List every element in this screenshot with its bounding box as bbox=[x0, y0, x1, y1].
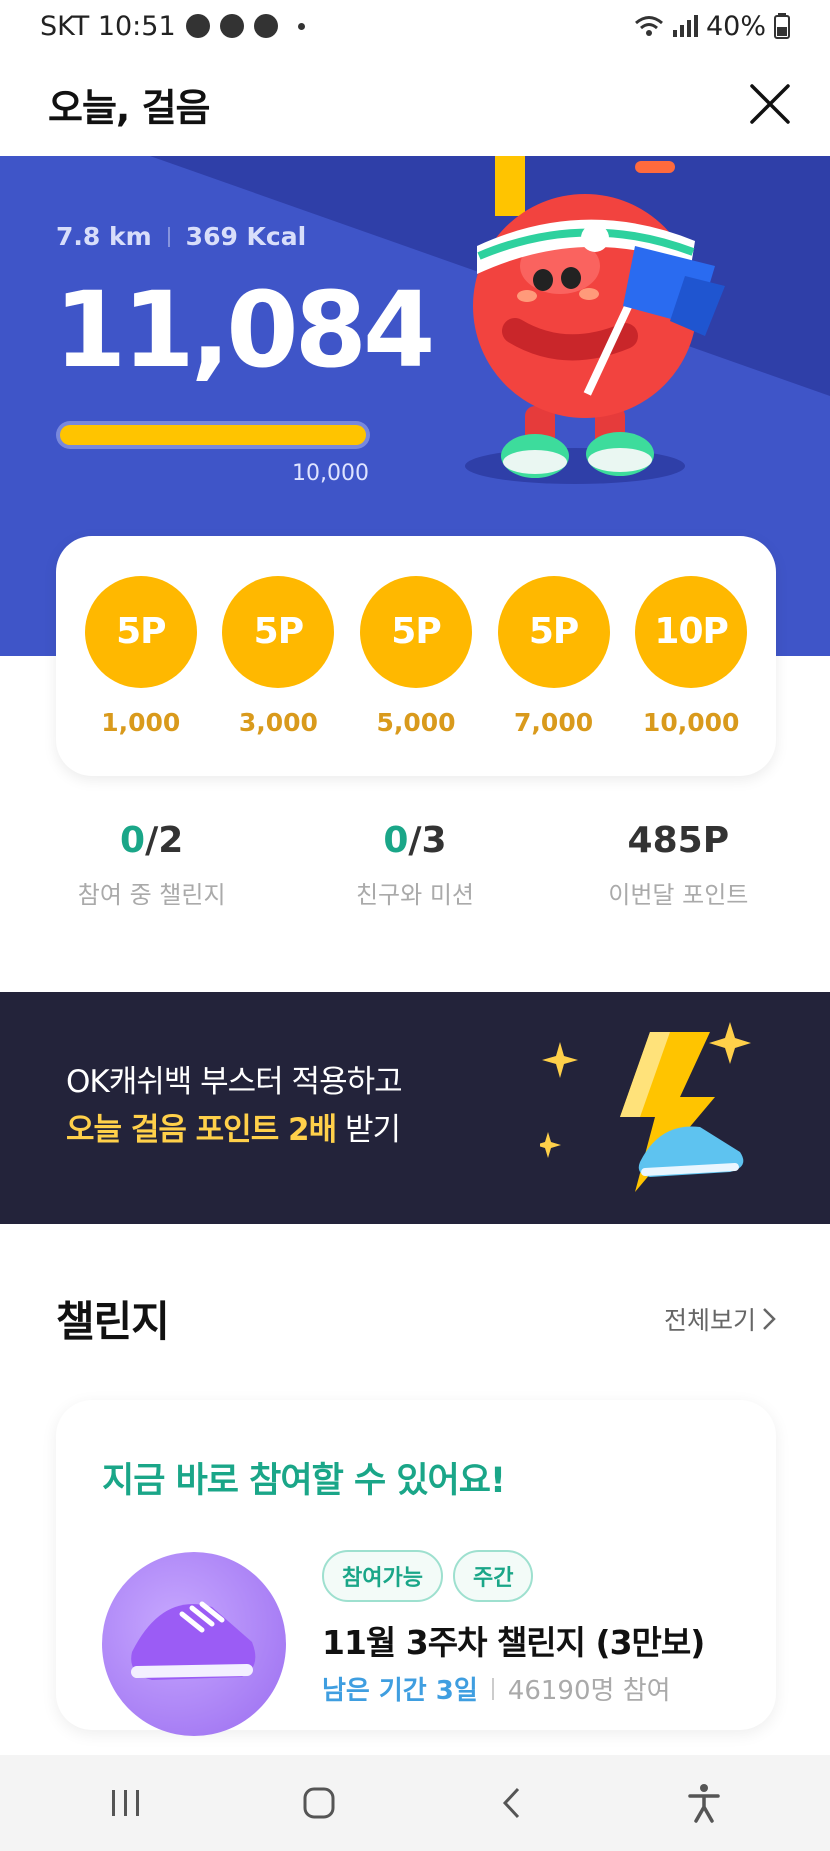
calories: 369 Kcal bbox=[185, 222, 307, 251]
challenges-label: 참여 중 챌린지 bbox=[77, 881, 226, 909]
step-progress-fill bbox=[60, 425, 366, 445]
point-coin: 5P bbox=[497, 575, 610, 688]
challenge-tags: 참여가능 주간 bbox=[322, 1550, 534, 1602]
home-icon bbox=[303, 1787, 335, 1819]
point-coin: 5P bbox=[222, 575, 335, 688]
wifi-icon bbox=[635, 16, 663, 36]
summary-challenges[interactable]: 0/2 참여 중 챌린지 bbox=[32, 820, 272, 940]
challenge-card[interactable]: 지금 바로 참여할 수 있어요! 참여가능 주간 11월 3주차 챌린지 (3만… bbox=[56, 1400, 776, 1736]
monthly-points-label: 이번달 포인트 bbox=[608, 881, 749, 909]
point-coin: 10P bbox=[635, 575, 748, 688]
challenge-title: 11월 3주차 챌린지 (3만보) bbox=[322, 1623, 705, 1662]
recent-apps-icon bbox=[112, 1790, 140, 1816]
distance: 7.8 km bbox=[56, 222, 152, 251]
reward-steps: 5,000 bbox=[376, 707, 456, 737]
summary-monthly-points[interactable]: 485P 이번달 포인트 bbox=[558, 820, 798, 940]
notification-icon bbox=[185, 14, 210, 38]
reward-item[interactable]: 5P 3,000 bbox=[218, 575, 338, 737]
close-button[interactable] bbox=[744, 78, 796, 130]
point-coin: 5P bbox=[84, 575, 197, 688]
challenge-thumbnail bbox=[102, 1552, 286, 1736]
reward-item[interactable]: 5P 5,000 bbox=[356, 575, 476, 737]
recent-apps-button[interactable] bbox=[86, 1763, 166, 1843]
banner-rest: 받기 bbox=[336, 1112, 401, 1148]
carrier-time: SKT 10:51 bbox=[40, 10, 176, 42]
lightning-shoe-illustration bbox=[540, 1022, 751, 1192]
challenges-total: /2 bbox=[145, 820, 184, 861]
challenges-count: 0/2 bbox=[120, 820, 183, 861]
section-title: 챌린지 bbox=[56, 1297, 170, 1346]
home-button[interactable] bbox=[279, 1763, 359, 1843]
challenge-section-header: 챌린지 전체보기 bbox=[56, 1288, 776, 1349]
reward-item[interactable]: 10P 10,000 bbox=[631, 575, 751, 737]
reward-card: 5P 1,000 5P 3,000 5P 5,000 5P 7,000 10P … bbox=[56, 536, 776, 776]
point-coin: 5P bbox=[359, 575, 472, 688]
status-bar: SKT 10:51 40% bbox=[0, 0, 830, 52]
back-icon bbox=[503, 1787, 520, 1819]
reward-steps: 7,000 bbox=[514, 707, 594, 737]
banner-line2: 오늘 걸음 포인트 2배 받기 bbox=[66, 1104, 401, 1149]
close-icon bbox=[750, 84, 790, 124]
missions-total: /3 bbox=[408, 820, 447, 861]
monthly-points: 485P bbox=[627, 820, 730, 861]
accessibility-icon bbox=[688, 1784, 720, 1823]
stats-divider bbox=[167, 226, 170, 247]
missions-done: 0 bbox=[383, 820, 409, 861]
view-all-link[interactable]: 전체보기 bbox=[664, 1301, 776, 1337]
banner-line1: OK캐쉬백 부스터 적용하고 bbox=[66, 1064, 403, 1100]
banner-highlight: 오늘 걸음 포인트 2배 bbox=[66, 1112, 337, 1148]
view-all-label: 전체보기 bbox=[663, 1305, 756, 1335]
reward-steps: 1,000 bbox=[101, 707, 181, 737]
mascot-illustration bbox=[465, 156, 725, 484]
booster-banner[interactable]: OK캐쉬백 부스터 적용하고 오늘 걸음 포인트 2배 받기 bbox=[0, 992, 830, 1224]
tag-weekly: 주간 bbox=[452, 1550, 534, 1602]
reward-steps: 10,000 bbox=[642, 707, 740, 737]
meta-divider bbox=[491, 1677, 494, 1700]
reward-item[interactable]: 5P 1,000 bbox=[81, 575, 201, 737]
tag-available: 참여가능 bbox=[322, 1550, 443, 1602]
battery-text: 40% bbox=[705, 10, 766, 42]
challenge-meta: 남은 기간 3일 46190명 참여 bbox=[322, 1670, 671, 1707]
summary-stats: 0/2 참여 중 챌린지 0/3 친구와 미션 485P 이번달 포인트 bbox=[0, 820, 830, 940]
chevron-right-icon bbox=[763, 1307, 776, 1330]
shoe-icon bbox=[131, 1601, 256, 1680]
step-count: 11,084 bbox=[54, 269, 435, 391]
step-goal: 10,000 bbox=[292, 461, 369, 486]
back-button[interactable] bbox=[471, 1763, 551, 1843]
reward-steps: 3,000 bbox=[238, 707, 318, 737]
hero-stats: 7.8 km 369 Kcal bbox=[56, 222, 306, 251]
status-left: SKT 10:51 bbox=[40, 11, 305, 42]
missions-count: 0/3 bbox=[383, 820, 446, 861]
status-right: 40% bbox=[634, 11, 790, 42]
system-nav-bar bbox=[0, 1755, 830, 1851]
participant-count: 46190명 참여 bbox=[507, 1676, 671, 1706]
battery-icon bbox=[774, 13, 790, 39]
reward-item[interactable]: 5P 7,000 bbox=[494, 575, 614, 737]
challenges-done: 0 bbox=[120, 820, 146, 861]
remaining-period: 남은 기간 3일 bbox=[322, 1676, 478, 1706]
more-notifications-icon bbox=[297, 22, 305, 30]
step-progress-bar bbox=[56, 421, 370, 449]
summary-friend-missions[interactable]: 0/3 친구와 미션 bbox=[295, 820, 535, 940]
notification-icon-2 bbox=[253, 14, 278, 38]
missions-label: 친구와 미션 bbox=[355, 881, 474, 909]
accessibility-button[interactable] bbox=[664, 1763, 744, 1843]
signal-icon bbox=[672, 15, 698, 37]
card-headline: 지금 바로 참여할 수 있어요! bbox=[102, 1461, 506, 1501]
page-title: 오늘, 걸음 bbox=[48, 85, 211, 130]
app-header: 오늘, 걸음 bbox=[0, 52, 830, 156]
lock-app-icon bbox=[219, 14, 244, 38]
